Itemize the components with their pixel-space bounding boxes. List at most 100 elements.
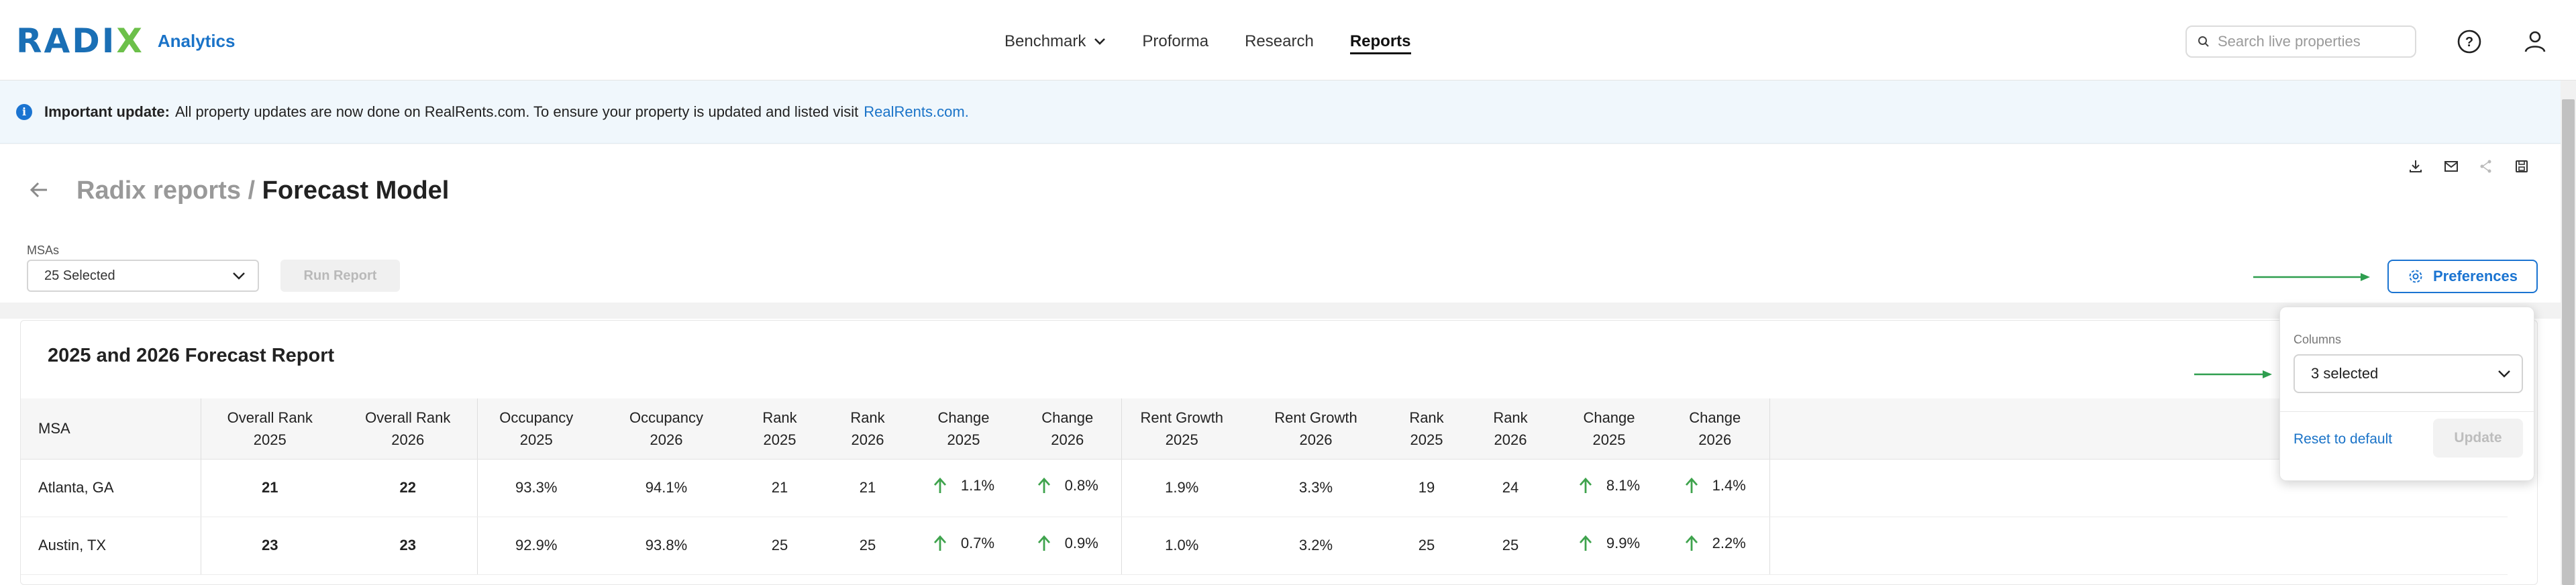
nav-reports-label: Reports [1349, 32, 1411, 50]
cell-occ-rank-2025: 25 [737, 517, 822, 575]
cell-rent-2026: 3.2% [1242, 517, 1390, 575]
cell-rent-rank-2026: 24 [1463, 459, 1557, 517]
banner-text: All property updates are now done on Rea… [175, 103, 859, 120]
cell-rent-change-2025: 8.1% [1557, 459, 1661, 517]
share-icon[interactable] [2476, 156, 2496, 176]
nav-benchmark-label: Benchmark [1004, 32, 1086, 50]
chevron-down-icon [2498, 370, 2510, 378]
col-header[interactable]: Overall Rank 2026 [339, 398, 478, 460]
cell-occ-change-2026: 0.9% [1014, 517, 1122, 575]
cell-occ-change-2025: 1.1% [913, 459, 1014, 517]
columns-select[interactable]: 3 selected [2294, 354, 2523, 393]
cell-overall-2026: 22 [339, 459, 478, 517]
col-header[interactable]: Occupancy 2026 [595, 398, 737, 460]
cell-overall-2025: 23 [201, 517, 339, 575]
col-header[interactable]: Overall Rank 2025 [201, 398, 339, 460]
logo[interactable]: RADIX Analytics [16, 21, 236, 60]
pointer-arrow-icon [2253, 273, 2370, 281]
nav-benchmark[interactable]: Benchmark [1004, 32, 1106, 51]
run-report-button[interactable]: Run Report [280, 260, 400, 292]
arrow-up-icon [1037, 535, 1050, 551]
arrow-up-icon [1579, 535, 1592, 551]
logo-wordmark: RADIX [16, 21, 144, 60]
cell-rent-2025: 1.9% [1121, 459, 1242, 517]
cell-occ-2025: 93.3% [477, 459, 595, 517]
arrow-up-icon [933, 477, 946, 493]
back-arrow-icon[interactable] [27, 178, 54, 205]
cell-overall-2025: 21 [201, 459, 339, 517]
download-icon[interactable] [2406, 156, 2426, 176]
scrollbar-thumb[interactable] [2562, 99, 2575, 585]
mail-icon[interactable] [2441, 156, 2461, 176]
cell-msa: Austin, TX [21, 517, 201, 575]
col-header[interactable]: Rank 2025 [1390, 398, 1463, 460]
cell-occ-change-2025: 0.7% [913, 517, 1014, 575]
table-row[interactable]: Atlanta, GA 21 22 93.3% 94.1% 21 21 1.1%… [21, 459, 2508, 517]
cell-occ-2026: 93.8% [595, 517, 737, 575]
preferences-label: Preferences [2433, 268, 2518, 284]
col-header[interactable]: Change 2025 [1557, 398, 1661, 460]
cell-empty [1769, 517, 2508, 575]
chevron-down-icon [233, 272, 245, 280]
nav-reports[interactable]: Reports [1349, 32, 1411, 54]
help-icon[interactable]: ? [2456, 28, 2483, 55]
gear-icon [2409, 270, 2422, 283]
page-content: Radix reports / Forecast Model MSAs 25 S… [0, 144, 2561, 585]
preferences-button[interactable]: Preferences [2387, 260, 2538, 293]
panel-divider [2280, 411, 2535, 412]
arrow-up-icon [1579, 477, 1592, 493]
nav-proforma[interactable]: Proforma [1142, 32, 1208, 51]
cell-occ-2025: 92.9% [477, 517, 595, 575]
table-row[interactable]: Austin, TX 23 23 92.9% 93.8% 25 25 0.7% … [21, 517, 2508, 575]
arrow-up-icon [1685, 477, 1698, 493]
pointer-arrow-icon [2194, 370, 2272, 378]
cell-rent-rank-2026: 25 [1463, 517, 1557, 575]
arrow-up-icon [1685, 535, 1698, 551]
cell-rent-change-2026: 1.4% [1661, 459, 1770, 517]
col-header[interactable]: Rank 2026 [822, 398, 913, 460]
svg-text:?: ? [2465, 35, 2473, 50]
col-header[interactable]: Rank 2025 [737, 398, 822, 460]
banner-strong: Important update: [44, 103, 170, 120]
breadcrumb[interactable]: Radix reports / [76, 176, 255, 205]
cell-rent-change-2026: 2.2% [1661, 517, 1770, 575]
main-nav: Benchmark Proforma Research Reports [1004, 27, 1447, 56]
msa-select[interactable]: 25 Selected [27, 260, 259, 292]
arrow-up-icon [933, 535, 946, 551]
col-header[interactable]: Change 2026 [1014, 398, 1122, 460]
page-title-current: Forecast Model [262, 176, 450, 205]
msa-label: MSAs [27, 244, 60, 257]
cell-occ-rank-2026: 25 [822, 517, 913, 575]
preferences-panel: Columns 3 selected Reset to default Upda… [2279, 307, 2535, 481]
section-divider [0, 303, 2561, 319]
nav-research[interactable]: Research [1245, 32, 1314, 51]
col-header[interactable]: Change 2025 [913, 398, 1014, 460]
cell-rent-2026: 3.3% [1242, 459, 1390, 517]
update-button[interactable]: Update [2433, 419, 2523, 458]
cell-rent-2025: 1.0% [1121, 517, 1242, 575]
col-header[interactable]: Rent Growth 2026 [1242, 398, 1390, 460]
search-icon [2198, 36, 2209, 47]
columns-select-value: 3 selected [2311, 365, 2379, 382]
logo-subtitle: Analytics [157, 30, 236, 51]
report-title: 2025 and 2026 Forecast Report [48, 345, 335, 366]
col-header[interactable]: Rent Growth 2025 [1121, 398, 1242, 460]
cell-rent-rank-2025: 25 [1390, 517, 1463, 575]
app-root: RADIX Analytics Benchmark Proforma Resea… [0, 0, 2576, 585]
col-header-msa[interactable]: MSA [21, 398, 201, 460]
save-icon[interactable] [2512, 156, 2532, 176]
banner-link[interactable]: RealRents.com. [864, 103, 969, 121]
info-icon: i [16, 103, 32, 120]
col-header[interactable]: Occupancy 2025 [477, 398, 595, 460]
top-navigation-bar: RADIX Analytics Benchmark Proforma Resea… [0, 0, 2576, 81]
columns-label: Columns [2294, 333, 2342, 346]
nav-proforma-label: Proforma [1142, 32, 1209, 50]
col-header[interactable]: Rank 2026 [1463, 398, 1557, 460]
user-icon[interactable] [2522, 28, 2548, 55]
page-title: Radix reports / Forecast Model [76, 176, 449, 205]
cell-occ-change-2026: 0.8% [1014, 459, 1122, 517]
search-input[interactable] [2218, 33, 2406, 50]
search-box[interactable] [2185, 25, 2416, 58]
reset-to-default-link[interactable]: Reset to default [2294, 431, 2392, 447]
col-header[interactable]: Change 2026 [1661, 398, 1770, 460]
